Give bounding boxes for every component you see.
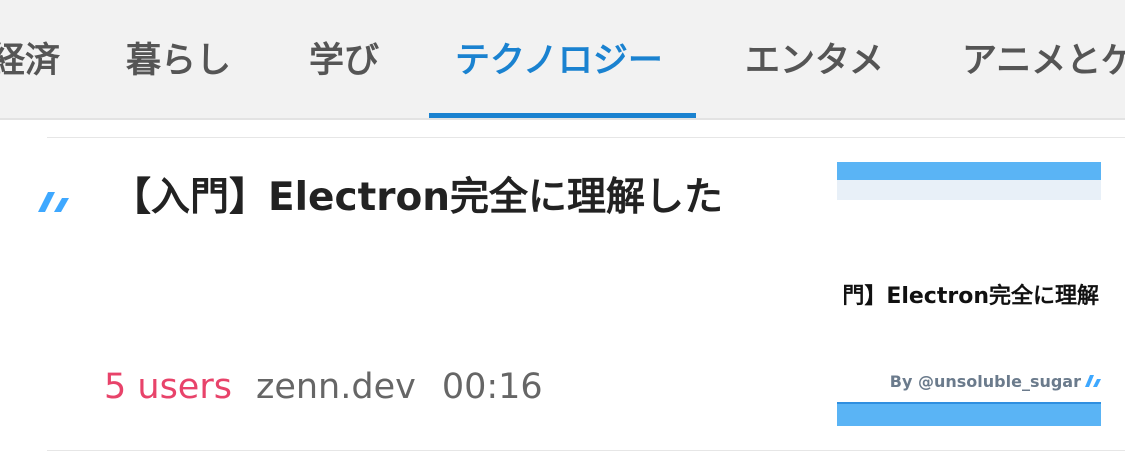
zenn-logo-icon — [1085, 375, 1101, 387]
tab-anime-game[interactable]: アニメとゲ — [962, 38, 1125, 84]
bookmark-users-count[interactable]: 5 users — [104, 367, 232, 407]
category-tab-bar: 経済 暮らし 学び テクノロジー エンタメ アニメとゲ — [0, 0, 1125, 120]
tab-economy[interactable]: 経済 — [0, 38, 60, 84]
thumbnail-top-bar — [837, 162, 1101, 180]
entry-time: 00:16 — [441, 367, 543, 407]
tab-technology[interactable]: テクノロジー — [455, 38, 663, 84]
tab-living[interactable]: 暮らし — [126, 38, 231, 84]
active-tab-indicator — [429, 113, 696, 118]
tab-entertainment[interactable]: エンタメ — [745, 38, 884, 84]
zenn-logo-icon — [38, 192, 69, 212]
thumbnail-author: By @unsoluble_sugar — [889, 372, 1081, 391]
entry-meta: 5 users zenn.dev 00:16 — [104, 364, 543, 410]
divider — [47, 450, 1125, 451]
tab-learning[interactable]: 学び — [309, 38, 379, 84]
thumbnail-sub-bar — [837, 180, 1101, 200]
entry-title[interactable]: 【入門】Electron完全に理解した — [112, 172, 812, 224]
entry-thumbnail[interactable]: 門】Electron完全に理解 By @unsoluble_sugar — [837, 162, 1101, 426]
entry-domain[interactable]: zenn.dev — [256, 367, 416, 407]
thumbnail-title: 門】Electron完全に理解 — [842, 284, 1099, 309]
thumbnail-bottom-bar — [837, 404, 1101, 426]
divider — [47, 137, 1125, 138]
